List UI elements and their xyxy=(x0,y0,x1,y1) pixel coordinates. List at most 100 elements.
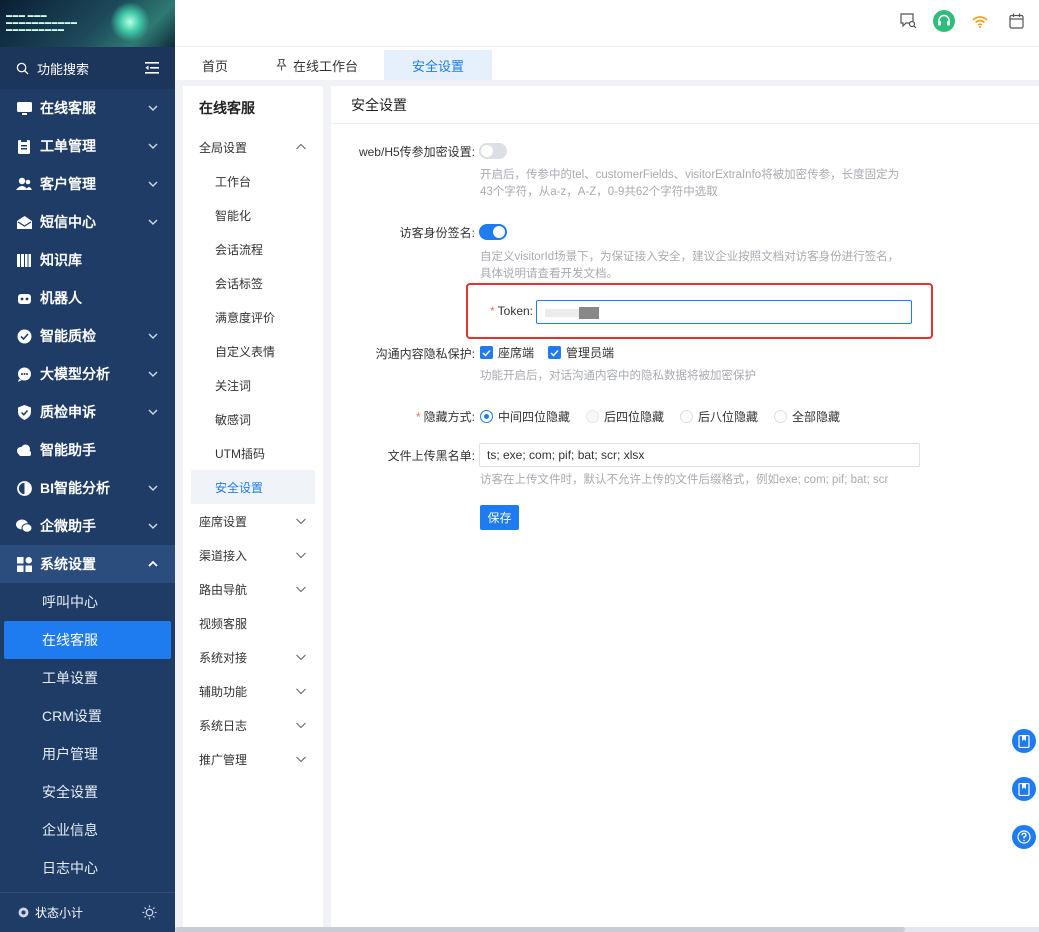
floating-help-button[interactable] xyxy=(1012,825,1036,849)
menu-item-quality[interactable]: 智能质检 xyxy=(0,317,175,355)
wifi-icon[interactable] xyxy=(969,10,991,32)
h5-encrypt-switch[interactable] xyxy=(479,143,507,159)
radio-hide-all[interactable]: 全部隐藏 xyxy=(774,408,840,425)
nav-item-utm[interactable]: UTM插码 xyxy=(183,436,323,470)
submenu-item-call-center[interactable]: 呼叫中心 xyxy=(0,583,175,621)
scrollbar-thumb[interactable] xyxy=(175,927,905,932)
menu-item-appeal[interactable]: 质检申诉 xyxy=(0,393,175,431)
submenu-item-crm[interactable]: CRM设置 xyxy=(0,697,175,735)
nav-group-auxiliary[interactable]: 辅助功能 xyxy=(183,674,323,708)
function-search[interactable]: 功能搜索 xyxy=(0,47,175,89)
nav-group-promotion[interactable]: 推广管理 xyxy=(183,742,323,776)
tab-home[interactable]: 首页 xyxy=(180,50,250,80)
menu-item-ticket[interactable]: 工单管理 xyxy=(0,127,175,165)
horizontal-scrollbar[interactable] xyxy=(175,927,1039,932)
token-input[interactable] xyxy=(536,300,912,324)
chevron-down-icon xyxy=(148,333,158,340)
chevron-down-icon xyxy=(148,105,158,112)
menu-item-llm[interactable]: 大模型分析 xyxy=(0,355,175,393)
menu-item-bi[interactable]: BI智能分析 xyxy=(0,469,175,507)
visitor-sign-switch[interactable] xyxy=(479,224,507,240)
menu-item-knowledge[interactable]: 知识库 xyxy=(0,241,175,279)
floating-notes-button[interactable] xyxy=(1012,777,1036,801)
menu-item-robot[interactable]: 机器人 xyxy=(0,279,175,317)
floating-bookmark-button[interactable] xyxy=(1012,729,1036,753)
nav-item-intelligent[interactable]: 智能化 xyxy=(183,198,323,232)
radio-label: 中间四位隐藏 xyxy=(498,410,571,424)
privacy-checkboxes: 座席端 管理员端 xyxy=(480,344,614,361)
privacy-label: 沟通内容隐私保护: xyxy=(375,347,475,361)
blacklist-input[interactable]: ts; exe; com; pif; bat; scr; xlsx xyxy=(479,443,920,467)
menu-item-assistant[interactable]: 智能助手 xyxy=(0,431,175,469)
nav-group-routing[interactable]: 路由导航 xyxy=(183,572,323,606)
nav-group-seat[interactable]: 座席设置 xyxy=(183,504,323,538)
blacklist-label: 文件上传黑名单: xyxy=(387,449,475,463)
chevron-down-icon xyxy=(296,586,306,593)
radio-icon xyxy=(586,410,600,423)
nav-item-session-flow[interactable]: 会话流程 xyxy=(183,232,323,266)
nav-item-watch-words[interactable]: 关注词 xyxy=(183,368,323,402)
nav-group-global[interactable]: 全局设置 xyxy=(183,130,323,164)
radio-last-eight[interactable]: 后八位隐藏 xyxy=(680,408,758,425)
calendar-icon[interactable] xyxy=(1005,10,1027,32)
nav-item-session-tags[interactable]: 会话标签 xyxy=(183,266,323,300)
redaction-mark-light xyxy=(545,309,579,317)
menu-item-online-service[interactable]: 在线客服 xyxy=(0,89,175,127)
chevron-down-icon xyxy=(148,219,158,226)
nav-group-channel[interactable]: 渠道接入 xyxy=(183,538,323,572)
page-title: 安全设置 xyxy=(331,86,1039,124)
menu-item-wecom[interactable]: 企微助手 xyxy=(0,507,175,545)
submenu-item-users[interactable]: 用户管理 xyxy=(0,735,175,773)
submenu-item-ticket-settings[interactable]: 工单设置 xyxy=(0,659,175,697)
menu-item-system-settings[interactable]: 系统设置 xyxy=(0,545,175,583)
chevron-down-icon xyxy=(296,688,306,695)
submenu-item-logs[interactable]: 日志中心 xyxy=(0,849,175,887)
menu-item-sms[interactable]: 短信中心 xyxy=(0,203,175,241)
submenu-item-company[interactable]: 企业信息 xyxy=(0,811,175,849)
checkbox-admin-side[interactable]: 管理员端 xyxy=(548,344,614,361)
hide-method-label-text: 隐藏方式: xyxy=(423,410,475,424)
save-button[interactable]: 保存 xyxy=(480,505,519,530)
headset-icon[interactable] xyxy=(933,10,955,32)
collapse-menu-icon[interactable] xyxy=(145,62,159,74)
radio-middle-four[interactable]: 中间四位隐藏 xyxy=(480,408,570,425)
hint-line: 具体说明请查看开发文档。 xyxy=(480,268,618,280)
search-icon xyxy=(16,62,29,75)
checkbox-agent-side[interactable]: 座席端 xyxy=(480,344,534,361)
nav-item-satisfaction[interactable]: 满意度评价 xyxy=(183,300,323,334)
tab-online-workbench[interactable]: 在线工作台 xyxy=(254,50,380,80)
nav-item-custom-emoji[interactable]: 自定义表情 xyxy=(183,334,323,368)
nav-group-label: 系统日志 xyxy=(199,718,248,733)
submenu-item-online-service[interactable]: 在线客服 xyxy=(4,621,171,659)
menu-label: 系统设置 xyxy=(40,556,96,572)
menu-label: 在线客服 xyxy=(40,100,96,116)
chat-icon xyxy=(16,366,32,382)
nav-item-workbench[interactable]: 工作台 xyxy=(183,164,323,198)
privacy-hint: 功能开启后，对话沟通内容中的隐私数据将被加密保护 xyxy=(480,370,756,382)
checkbox-checked-icon xyxy=(548,346,562,359)
chevron-down-icon xyxy=(148,485,158,492)
help-icon xyxy=(1017,830,1031,844)
sidebar-footer: 状态小计 xyxy=(0,892,175,932)
status-summary[interactable]: 状态小计 xyxy=(18,904,83,921)
submenu-item-security[interactable]: 安全设置 xyxy=(0,773,175,811)
menu-label: 客户管理 xyxy=(40,176,96,192)
sun-icon[interactable] xyxy=(142,905,157,920)
checkbox-checked-icon xyxy=(480,346,493,359)
page-tabs: 首页 在线工作台 安全设置 xyxy=(175,47,1039,80)
nav-group-video[interactable]: 视频客服 xyxy=(183,606,323,640)
nav-group-label: 视频客服 xyxy=(199,616,248,631)
nav-group-label: 推广管理 xyxy=(199,752,248,767)
radio-last-four[interactable]: 后四位隐藏 xyxy=(586,408,664,425)
menu-item-customer[interactable]: 客户管理 xyxy=(0,165,175,203)
nav-group-system-log[interactable]: 系统日志 xyxy=(183,708,323,742)
blacklist-value: ts; exe; com; pif; bat; scr; xlsx xyxy=(487,448,645,462)
tab-security-settings[interactable]: 安全设置 xyxy=(384,50,493,80)
nav-group-integration[interactable]: 系统对接 xyxy=(183,640,323,674)
nav-group-label: 座席设置 xyxy=(199,514,248,529)
token-label-text: Token: xyxy=(497,304,533,318)
nav-item-security[interactable]: 安全设置 xyxy=(191,470,315,504)
nav-item-sensitive-words[interactable]: 敏感词 xyxy=(183,402,323,436)
message-search-icon[interactable] xyxy=(897,10,919,32)
pin-icon[interactable] xyxy=(276,59,287,71)
